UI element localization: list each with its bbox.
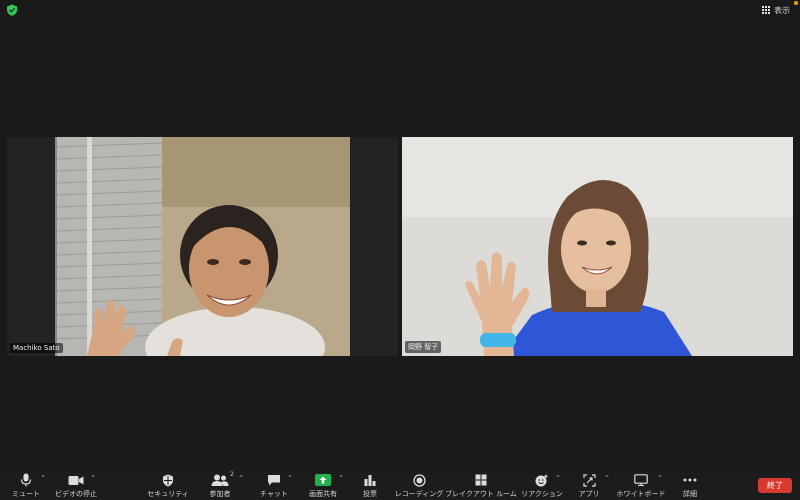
video-tile-participant-2[interactable]: 岡野 智子	[402, 137, 793, 356]
breakout-rooms-grid-icon	[471, 472, 491, 488]
participant-name-tag: Machiko Sato	[10, 343, 63, 353]
participants-icon: 2	[210, 471, 234, 488]
security-button[interactable]: セキュリティ	[146, 468, 190, 500]
smiley-plus-icon	[532, 472, 552, 488]
breakout-rooms-button[interactable]: ブレイクアウト ルーム	[445, 468, 517, 500]
security-shield-icon	[158, 472, 178, 488]
share-screen-button[interactable]: 画面共有	[307, 468, 339, 500]
top-bar: 表示	[0, 0, 800, 20]
record-circle-icon	[409, 472, 429, 488]
whiteboard-options-chevron-up-icon[interactable]: ⌃	[656, 474, 664, 482]
microphone-icon	[16, 472, 36, 488]
view-button[interactable]: 表示	[762, 3, 790, 17]
chat-button[interactable]: チャット	[258, 468, 290, 500]
video-camera-icon	[66, 472, 86, 488]
apps-button[interactable]: アプリ	[574, 468, 604, 500]
participant-1-video	[7, 137, 398, 356]
grid-view-icon	[762, 6, 770, 14]
participant-name-tag: 岡野 智子	[405, 341, 442, 353]
whiteboard-button[interactable]: ホワイトボード	[617, 468, 666, 500]
more-dots-icon	[680, 472, 700, 488]
mute-options-chevron-up-icon[interactable]: ⌃	[39, 474, 47, 482]
chat-bubble-icon	[264, 472, 284, 488]
stop-video-button[interactable]: ビデオの停止	[52, 468, 100, 500]
participants-options-chevron-up-icon[interactable]: ⌃	[237, 474, 245, 482]
end-meeting-button[interactable]: 終了	[758, 478, 792, 493]
video-tile-participant-1[interactable]: Machiko Sato	[7, 137, 398, 356]
chat-options-chevron-up-icon[interactable]: ⌃	[286, 474, 294, 482]
view-button-label: 表示	[774, 5, 790, 15]
mute-button[interactable]: ミュート	[10, 468, 42, 500]
reactions-button[interactable]: リアクション	[521, 468, 563, 500]
meeting-toolbar: ミュート ⌃ ビデオの停止 ⌃ セキュリティ 2 参加者 ⌃ チャット ⌃ 画面…	[0, 468, 800, 500]
apps-icon	[579, 472, 599, 488]
encryption-shield-icon[interactable]	[6, 4, 18, 16]
status-dot	[794, 1, 798, 5]
participants-button[interactable]: 2 参加者	[204, 468, 236, 500]
record-button[interactable]: レコーディング	[395, 468, 443, 500]
whiteboard-icon	[631, 472, 651, 488]
reactions-options-chevron-up-icon[interactable]: ⌃	[554, 474, 562, 482]
share-options-chevron-up-icon[interactable]: ⌃	[337, 474, 345, 482]
polls-button[interactable]: 投票	[356, 468, 384, 500]
more-button[interactable]: 詳細	[676, 468, 704, 500]
share-screen-arrow-icon	[313, 472, 333, 488]
participant-2-video	[402, 137, 793, 356]
apps-options-chevron-up-icon[interactable]: ⌃	[603, 474, 611, 482]
video-options-chevron-up-icon[interactable]: ⌃	[89, 474, 97, 482]
poll-bar-chart-icon	[360, 472, 380, 488]
participants-count: 2	[230, 471, 234, 478]
